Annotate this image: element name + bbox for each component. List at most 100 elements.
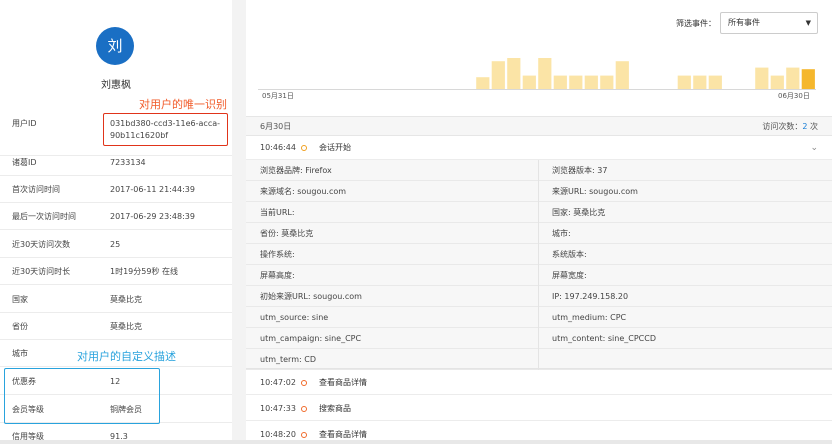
field-row-visits-30d: 近30天访问次数 25 [0,231,232,258]
column-divider [538,160,539,181]
user-profile-panel: 刘 刘惠枫 用户ID 031bd380-ccd3-11e6-acca-90b11… [0,0,232,444]
detail-row: 省份: 莫桑比克 城市: [246,223,832,244]
chart-bar[interactable] [677,75,691,90]
session-start-row[interactable]: 10:46:44 会话开始 ⌄ [246,136,832,160]
field-label: 省份 [12,322,28,331]
x-axis-start-label: 05月31日 [262,92,294,100]
column-divider [538,244,539,265]
visit-count-value: 2 [802,122,808,131]
field-value: 7233134 [110,158,146,167]
event-name: 查看商品详情 [319,378,367,387]
chart-bar[interactable] [770,75,784,90]
chart-bar[interactable] [476,77,490,90]
detail-cell: 屏幕宽度: [552,271,587,280]
user-activity-panel: 筛选事件： 所有事件 ▼ 05月31日 06月30日 6月30日 访问次数：2 … [246,0,832,444]
chart-bar[interactable] [584,75,598,90]
detail-row: 当前URL: 国家: 莫桑比克 [246,202,832,223]
column-divider [538,181,539,202]
field-label: 城市 [12,349,28,358]
field-label: 近30天访问次数 [12,240,71,249]
user-name: 刘惠枫 [101,80,131,91]
x-axis-end-label: 06月30日 [778,92,810,100]
field-row-first-visit: 首次访问时间 2017-06-11 21:44:39 [0,176,232,203]
detail-cell: utm_content: sine_CPCCD [552,334,656,343]
annotation-unique-id-text: 对用户的唯一识别 [139,98,227,111]
column-divider [538,286,539,307]
bottom-strip [0,440,832,444]
column-divider [538,307,539,328]
field-label: 用户ID [12,119,37,128]
field-label: 近30天访问时长 [12,267,71,276]
event-time: 10:47:33 [260,404,296,413]
chevron-down-icon: ▼ [805,19,811,27]
detail-cell: 初始来源URL: sougou.com [260,292,362,301]
column-divider [538,223,539,244]
detail-cell: 国家: 莫桑比克 [552,208,606,217]
field-value: 2017-06-29 23:48:39 [110,212,195,221]
chart-bar[interactable] [786,67,800,90]
session-details: 浏览器品牌: Firefox 浏览器版本: 37 来源域名: sougou.com 来… [246,160,832,370]
chart-bar[interactable] [708,75,722,90]
field-value: 莫桑比克 [110,322,142,331]
field-row-province: 省份 莫桑比克 [0,313,232,340]
field-label: 诸葛ID [12,158,37,167]
event-time: 10:47:02 [260,378,296,387]
detail-cell: 屏幕高度: [260,271,295,280]
event-row[interactable]: 10:47:02 查看商品详情 [246,371,832,395]
chart-bar[interactable] [755,67,769,90]
field-value: 25 [110,240,121,249]
detail-row: utm_term: CD [246,349,832,370]
event-name: 搜索商品 [319,404,351,413]
detail-row: 浏览器品牌: Firefox 浏览器版本: 37 [246,160,832,181]
column-divider [538,349,539,370]
chart-bar[interactable] [693,75,707,90]
field-value: 2017-06-11 21:44:39 [110,185,195,194]
event-filter-label: 筛选事件： [676,19,716,28]
visit-count-label: 访问次数： [762,122,803,131]
detail-row: 操作系统: 系统版本: [246,244,832,265]
event-dot-icon [301,145,307,151]
chevron-down-icon[interactable]: ⌄ [810,136,818,160]
chart-bar[interactable] [615,61,629,90]
detail-cell: 浏览器品牌: Firefox [260,166,332,175]
column-divider [538,328,539,349]
detail-cell: 操作系统: [260,250,295,259]
field-row-last-visit: 最后一次访问时间 2017-06-29 23:48:39 [0,203,232,230]
detail-cell: 城市: [552,229,571,238]
detail-cell: 省份: 莫桑比克 [260,229,314,238]
field-label: 首次访问时间 [12,185,60,194]
annotation-custom-desc-text: 对用户的自定义描述 [77,350,176,363]
chart-bar[interactable] [522,75,536,90]
field-row-zhuge-id: 诸葛ID 7233134 [0,149,232,176]
chart-bar[interactable] [538,58,552,90]
chart-bar[interactable] [507,58,521,90]
chart-bar[interactable] [569,75,583,90]
detail-cell: utm_source: sine [260,313,329,322]
detail-cell: utm_medium: CPC [552,313,627,322]
detail-row: 初始来源URL: sougou.com IP: 197.249.158.20 [246,286,832,307]
annotation-box-unique-id [103,113,228,146]
chart-bar[interactable] [600,75,614,90]
event-row[interactable]: 10:47:33 搜索商品 [246,397,832,421]
chart-bar[interactable] [491,61,505,90]
detail-row: 来源域名: sougou.com 来源URL: sougou.com [246,181,832,202]
visit-bar-chart [258,58,816,90]
detail-cell: 来源URL: sougou.com [552,187,638,196]
field-label: 最后一次访问时间 [12,212,76,221]
field-row-country: 国家 莫桑比克 [0,286,232,313]
event-filter-value: 所有事件 [728,18,760,27]
event-filter-select[interactable]: 所有事件 ▼ [720,12,818,34]
detail-cell: utm_campaign: sine_CPC [260,334,362,343]
field-label: 国家 [12,295,28,304]
field-value: 莫桑比克 [110,295,142,304]
chart-bar[interactable] [801,69,815,90]
session-date: 6月30日 [260,122,292,131]
event-dot-icon [301,406,307,412]
field-row-duration-30d: 近30天访问时长 1时19分59秒 在线 [0,258,232,285]
detail-cell: IP: 197.249.158.20 [552,292,629,301]
chart-bar[interactable] [553,75,567,90]
detail-cell: 当前URL: [260,208,295,217]
event-dot-icon [301,380,307,386]
annotation-box-custom-fields [4,368,160,424]
visit-count-unit: 次 [810,122,818,131]
